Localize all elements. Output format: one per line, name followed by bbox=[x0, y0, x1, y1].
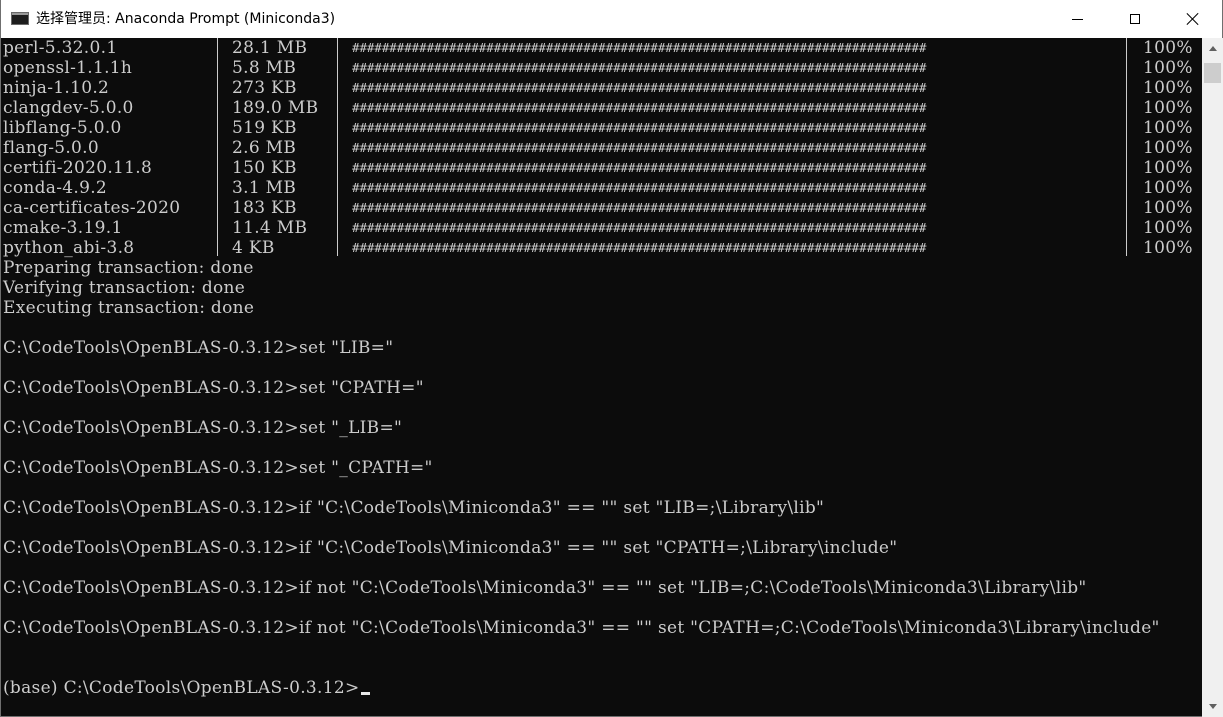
package-row: ninja-1.10.2 273 KB ######################… bbox=[1, 78, 1202, 98]
package-size: 28.1 MB bbox=[232, 38, 308, 58]
command-line: C:\CodeTools\OpenBLAS-0.3.12>set "LIB=" bbox=[3, 338, 394, 358]
package-size: 11.4 MB bbox=[232, 218, 308, 238]
command-line: C:\CodeTools\OpenBLAS-0.3.12>set "_CPATH… bbox=[3, 458, 433, 478]
progress-percent: 100% bbox=[1143, 58, 1193, 78]
maximize-button[interactable] bbox=[1106, 0, 1164, 38]
progress-percent: 100% bbox=[1143, 198, 1193, 218]
command-line: C:\CodeTools\OpenBLAS-0.3.12>if not "C:\… bbox=[3, 618, 1160, 638]
progress-percent: 100% bbox=[1143, 118, 1193, 138]
command-line: C:\CodeTools\OpenBLAS-0.3.12>if "C:\Code… bbox=[3, 538, 898, 558]
progress-bar: ########################################… bbox=[352, 120, 927, 135]
progress-bar: ########################################… bbox=[352, 100, 927, 115]
progress-bar: ########################################… bbox=[352, 160, 927, 175]
progress-bar: ########################################… bbox=[352, 80, 927, 95]
package-size: 3.1 MB bbox=[232, 178, 297, 198]
package-name: openssl-1.1.1h bbox=[3, 58, 133, 78]
progress-bar: ########################################… bbox=[352, 40, 927, 55]
minimize-button[interactable] bbox=[1048, 0, 1106, 38]
progress-percent: 100% bbox=[1143, 78, 1193, 98]
progress-percent: 100% bbox=[1143, 158, 1193, 178]
scrollbar-thumb[interactable] bbox=[1204, 63, 1221, 83]
package-size: 4 KB bbox=[232, 238, 275, 258]
package-row: ca-certificates-2020 183 KB ##############… bbox=[1, 198, 1202, 218]
close-button[interactable] bbox=[1164, 0, 1222, 38]
progress-bar: ########################################… bbox=[352, 200, 927, 215]
package-row: python_abi-3.8 4 KB ######################… bbox=[1, 238, 1202, 258]
progress-percent: 100% bbox=[1143, 178, 1193, 198]
package-size: 150 KB bbox=[232, 158, 297, 178]
command-line: C:\CodeTools\OpenBLAS-0.3.12>set "_LIB=" bbox=[3, 418, 403, 438]
title-bar[interactable]: 选择管理员: Anaconda Prompt (Miniconda3) bbox=[1, 0, 1222, 38]
text-cursor bbox=[361, 692, 370, 695]
package-size: 5.8 MB bbox=[232, 58, 297, 78]
package-row: openssl-1.1.1h 5.8 MB ####################… bbox=[1, 58, 1202, 78]
package-name: cmake-3.19.1 bbox=[3, 218, 123, 238]
package-size: 519 KB bbox=[232, 118, 297, 138]
package-name: libflang-5.0.0 bbox=[3, 118, 122, 138]
console-window: 选择管理员: Anaconda Prompt (Miniconda3) perl… bbox=[0, 0, 1223, 717]
package-row: certifi-2020.11.8 150 KB #################… bbox=[1, 158, 1202, 178]
progress-bar: ########################################… bbox=[352, 140, 927, 155]
command-line: C:\CodeTools\OpenBLAS-0.3.12>if "C:\Code… bbox=[3, 498, 825, 518]
console-output[interactable]: perl-5.32.0.1 28.1 MB ####################… bbox=[1, 38, 1202, 717]
status-line: Preparing transaction: done bbox=[3, 258, 254, 278]
package-name: ca-certificates-2020 bbox=[3, 198, 181, 218]
package-name: flang-5.0.0 bbox=[3, 138, 99, 158]
command-line: C:\CodeTools\OpenBLAS-0.3.12>set "CPATH=… bbox=[3, 378, 424, 398]
command-line: C:\CodeTools\OpenBLAS-0.3.12>if not "C:\… bbox=[3, 578, 1087, 598]
package-row: perl-5.32.0.1 28.1 MB ####################… bbox=[1, 38, 1202, 58]
progress-percent: 100% bbox=[1143, 38, 1193, 58]
progress-bar: ########################################… bbox=[352, 60, 927, 75]
progress-percent: 100% bbox=[1143, 138, 1193, 158]
package-name: ninja-1.10.2 bbox=[3, 78, 110, 98]
chevron-up-icon bbox=[1208, 46, 1217, 51]
progress-bar: ########################################… bbox=[352, 180, 927, 195]
status-line: Executing transaction: done bbox=[3, 298, 255, 318]
package-row: clangdev-5.0.0 189.0 MB ##################… bbox=[1, 98, 1202, 118]
package-size: 2.6 MB bbox=[232, 138, 297, 158]
maximize-icon bbox=[1130, 14, 1140, 24]
package-name: certifi-2020.11.8 bbox=[3, 158, 153, 178]
package-name: clangdev-5.0.0 bbox=[3, 98, 134, 118]
vertical-scrollbar[interactable] bbox=[1202, 38, 1223, 717]
progress-bar: ########################################… bbox=[352, 220, 927, 235]
package-row: flang-5.0.0 2.6 MB #######################… bbox=[1, 138, 1202, 158]
status-line: Verifying transaction: done bbox=[3, 278, 246, 298]
package-size: 273 KB bbox=[232, 78, 297, 98]
console-icon[interactable] bbox=[11, 12, 29, 25]
package-size: 189.0 MB bbox=[232, 98, 319, 118]
close-icon bbox=[1186, 12, 1200, 26]
progress-percent: 100% bbox=[1143, 218, 1193, 238]
package-row: libflang-5.0.0 519 KB ####################… bbox=[1, 118, 1202, 138]
scroll-down-button[interactable] bbox=[1202, 696, 1223, 717]
progress-percent: 100% bbox=[1143, 98, 1193, 118]
package-row: conda-4.9.2 3.1 MB #######################… bbox=[1, 178, 1202, 198]
command-prompt[interactable]: (base) C:\CodeTools\OpenBLAS-0.3.12> bbox=[3, 678, 360, 698]
package-size: 183 KB bbox=[232, 198, 297, 218]
package-name: perl-5.32.0.1 bbox=[3, 38, 118, 58]
package-name: python_abi-3.8 bbox=[3, 238, 135, 258]
chevron-down-icon bbox=[1208, 704, 1217, 709]
package-row: cmake-3.19.1 11.4 MB #####################… bbox=[1, 218, 1202, 238]
window-title: 选择管理员: Anaconda Prompt (Miniconda3) bbox=[36, 11, 336, 27]
progress-bar: ########################################… bbox=[352, 240, 927, 255]
progress-percent: 100% bbox=[1143, 238, 1193, 258]
package-name: conda-4.9.2 bbox=[3, 178, 108, 198]
minimize-icon bbox=[1071, 18, 1083, 20]
scroll-up-button[interactable] bbox=[1202, 38, 1223, 59]
